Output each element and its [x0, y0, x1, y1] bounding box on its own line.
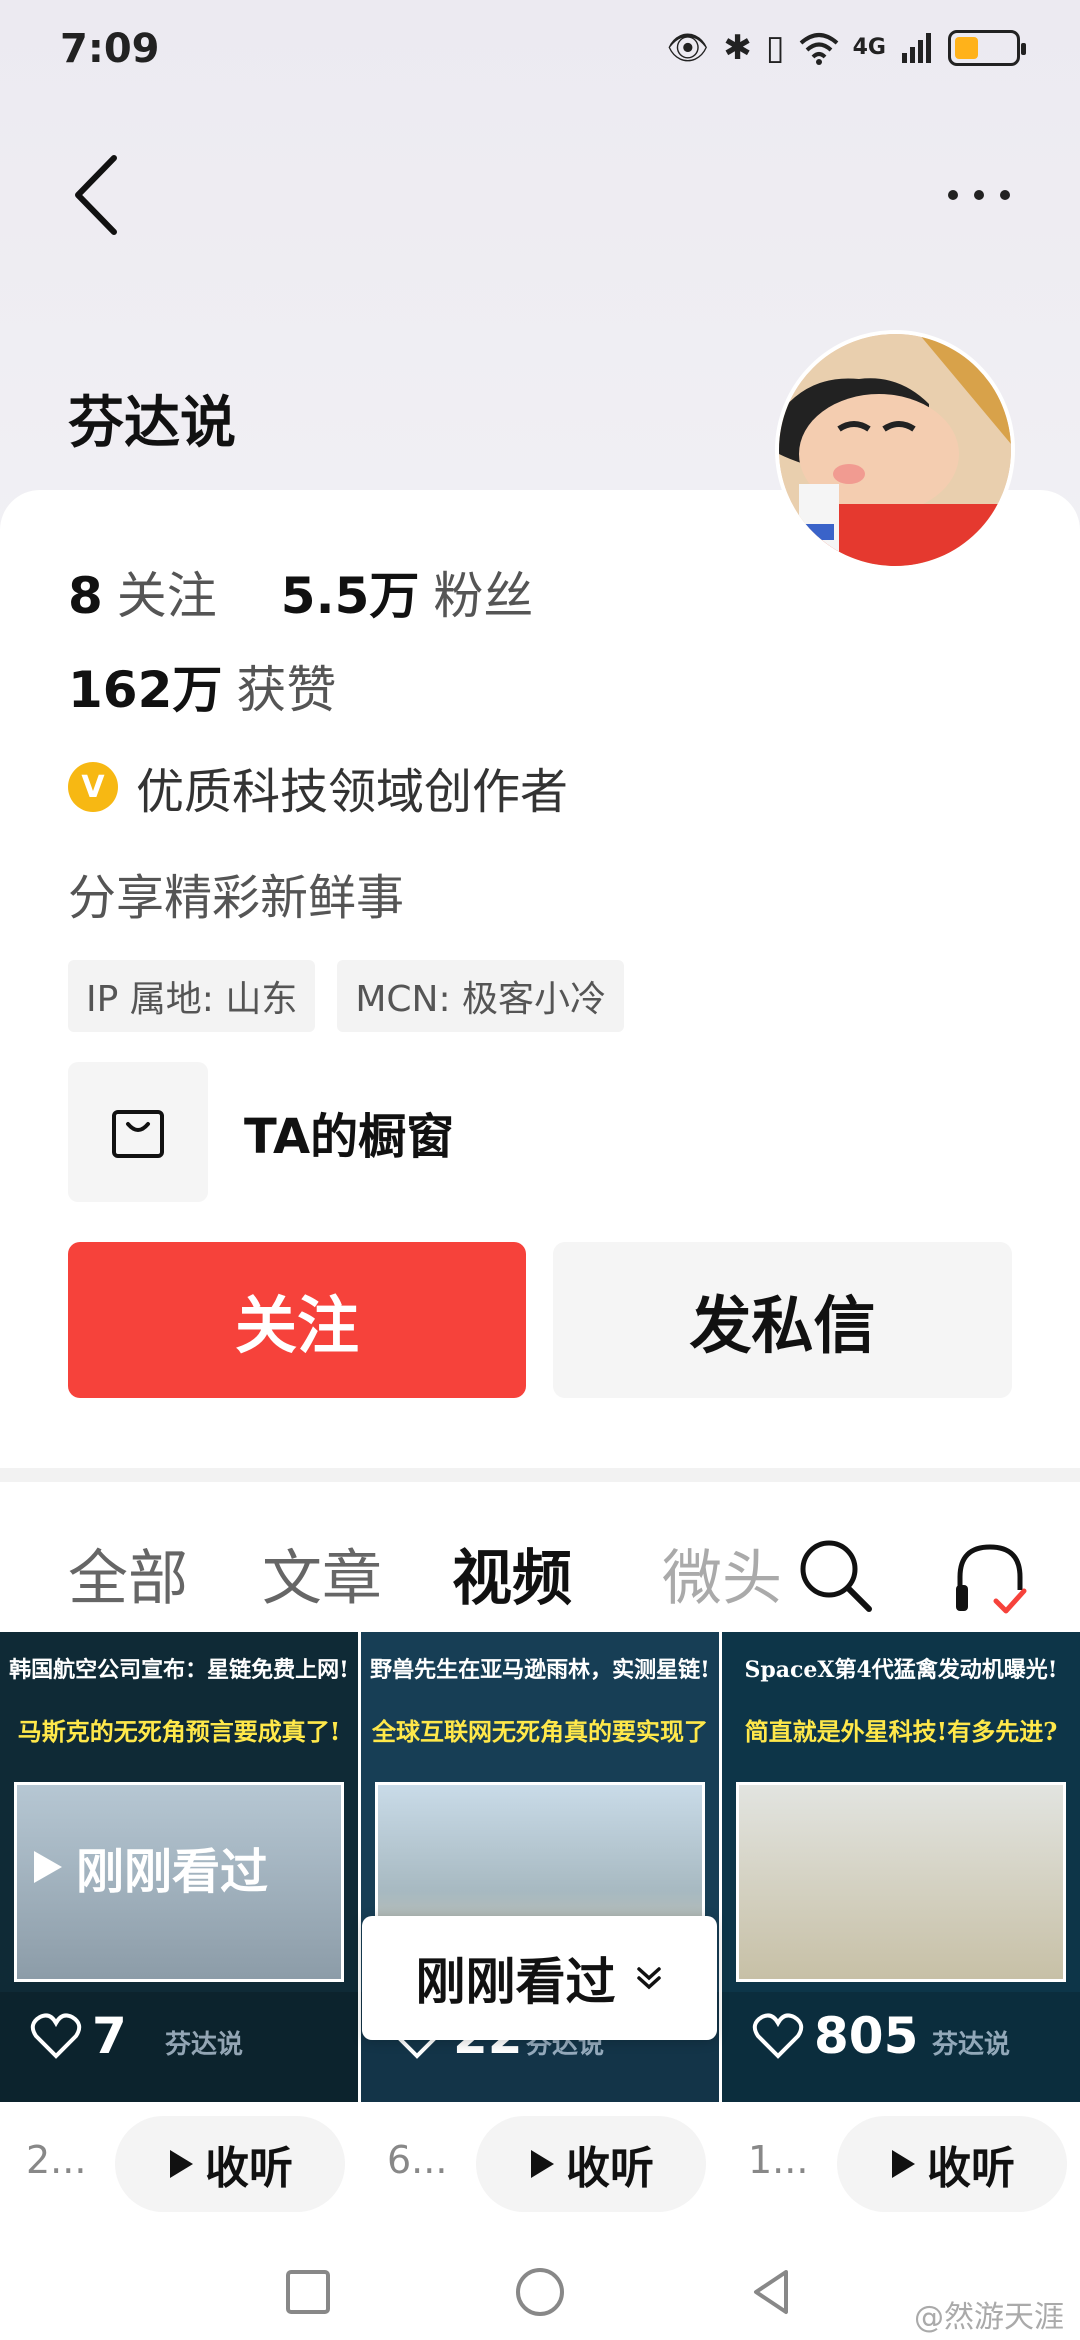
play-icon [531, 2150, 554, 2178]
following-stat[interactable]: 8 关注 [68, 556, 217, 628]
video-card[interactable]: SpaceX第4代猛禽发动机曝光! 简直就是外星科技!有多先进? 805 芬达说… [722, 1632, 1080, 2222]
listen-label: 收听 [566, 2144, 654, 2193]
heart-icon [30, 2013, 82, 2059]
video-headline: 野兽先生在亚马逊雨林，实测星链! [370, 1657, 710, 1683]
wifi-icon [799, 33, 838, 65]
send-message-button[interactable]: 发私信 [553, 1242, 1012, 1398]
video-bottom-bar: 2... 收听 [0, 2102, 358, 2222]
shopping-bag-icon [112, 1110, 164, 1158]
shop-icon-box [68, 1062, 208, 1202]
video-author: 芬达说 [932, 2030, 1011, 2060]
video-description: 6... [387, 2138, 448, 2182]
video-subtitle: 全球互联网无死角真的要实现了 [372, 1717, 708, 1746]
more-dot-icon [974, 190, 984, 200]
more-options-button[interactable] [934, 175, 1024, 215]
tab-micro-posts[interactable]: 微头 [662, 1530, 782, 1617]
followers-stat[interactable]: 5.5万 粉丝 [281, 556, 534, 628]
listen-label: 收听 [205, 2144, 293, 2193]
headphones-icon [956, 1544, 1027, 1614]
signal-icon [902, 33, 931, 63]
video-like-count: 805 [814, 2007, 919, 2065]
video-subtitle: 简直就是外星科技!有多先进? [744, 1717, 1058, 1746]
content-tabs: 全部 文章 视频 微头 [0, 1530, 1080, 1630]
video-headline: 韩国航空公司宣布：星链免费上网! [9, 1657, 349, 1683]
more-dot-icon [948, 190, 958, 200]
shop-window-entry[interactable]: TA的橱窗 [68, 1062, 454, 1202]
profile-name: 芬达说 [68, 391, 236, 456]
eye-icon: 👁 [666, 28, 710, 68]
back-button[interactable] [64, 150, 134, 240]
bluetooth-icon: ✱ [723, 28, 752, 68]
chevron-double-down-icon [636, 1967, 661, 1990]
video-thumbnail: SpaceX第4代猛禽发动机曝光! 简直就是外星科技!有多先进? 805 芬达说 [722, 1632, 1080, 2102]
heart-icon [752, 2013, 804, 2059]
video-description: 1... [748, 2138, 809, 2182]
status-bar: 7:09 👁 ✱ ▯ 4G [0, 0, 1080, 100]
verified-badge-icon: V [68, 762, 118, 812]
video-like-count: 7 [92, 2007, 127, 2065]
video-bottom-bar: 6... 收听 [361, 2102, 719, 2222]
avatar[interactable] [775, 330, 1015, 570]
watermark: @然游天涯 [914, 2300, 1064, 2335]
listen-button[interactable]: 收听 [115, 2116, 345, 2212]
listen-mode-button[interactable] [950, 1535, 1030, 1620]
video-description: 2... [26, 2138, 87, 2182]
follow-stats: 8 关注 5.5万 粉丝 [68, 556, 533, 628]
video-bottom-bar: 1... 收听 [722, 2102, 1080, 2222]
video-card[interactable]: 韩国航空公司宣布：星链免费上网! 马斯克的无死角预言要成真了! 刚刚看过 7 芬… [0, 1632, 358, 2222]
likes-stat: 162万 获赞 [68, 650, 336, 722]
verification-row: V 优质科技领域创作者 [68, 752, 568, 822]
video-author: 芬达说 [165, 2030, 244, 2060]
profile-bio: 分享精彩新鲜事 [68, 870, 405, 926]
video-likes: 805 [752, 2007, 918, 2065]
back-nav-button[interactable] [742, 2262, 802, 2322]
video-likes: 7 [30, 2007, 127, 2065]
video-subtitle: 马斯克的无死角预言要成真了! [17, 1717, 341, 1746]
mcn-tag[interactable]: MCN: 极客小冷 [337, 960, 625, 1032]
listen-button[interactable]: 收听 [476, 2116, 706, 2212]
circle-icon [516, 2268, 564, 2316]
following-label: 关注 [116, 567, 217, 625]
recently-watched-popup[interactable]: 刚刚看过 [362, 1916, 717, 2040]
play-icon [892, 2150, 915, 2178]
search-icon [800, 1540, 872, 1612]
recently-watched-overlay: 刚刚看过 [30, 1832, 268, 1902]
more-dot-icon [1000, 190, 1010, 200]
play-icon [170, 2150, 193, 2178]
tab-videos[interactable]: 视频 [452, 1530, 572, 1617]
search-button[interactable] [795, 1535, 875, 1615]
status-icons: 👁 ✱ ▯ 4G [666, 28, 1026, 68]
play-icon [34, 1851, 62, 1883]
recent-apps-button[interactable] [278, 2262, 338, 2322]
triangle-back-icon [754, 2270, 788, 2314]
listen-button[interactable]: 收听 [837, 2116, 1067, 2212]
status-time: 7:09 [60, 26, 160, 72]
vibrate-icon: ▯ [765, 28, 785, 68]
verification-text: 优质科技领域创作者 [136, 764, 569, 820]
likes-label: 获赞 [236, 661, 337, 719]
battery-icon [948, 30, 1026, 66]
tab-all[interactable]: 全部 [68, 1530, 188, 1617]
video-headline: SpaceX第4代猛禽发动机曝光! [744, 1657, 1058, 1683]
following-count: 8 [68, 567, 103, 625]
home-button[interactable] [510, 2262, 570, 2322]
follow-button[interactable]: 关注 [68, 1242, 526, 1398]
followers-count: 5.5万 [280, 567, 420, 625]
tab-articles[interactable]: 文章 [262, 1530, 382, 1617]
video-thumbnail: 韩国航空公司宣布：星链免费上网! 马斯克的无死角预言要成真了! 刚刚看过 7 芬… [0, 1632, 358, 2102]
chevron-left-icon [75, 155, 117, 235]
listen-label: 收听 [927, 2144, 1015, 2193]
shop-window-label: TA的橱窗 [244, 1109, 455, 1165]
ip-location-tag: IP 属地: 山东 [68, 960, 316, 1032]
video-photo [736, 1782, 1066, 1982]
section-divider [0, 1468, 1080, 1482]
recently-watched-popup-label: 刚刚看过 [415, 1953, 616, 2011]
recently-watched-text: 刚刚看过 [76, 1844, 269, 1900]
square-icon [286, 2270, 330, 2314]
profile-tags: IP 属地: 山东 MCN: 极客小冷 [68, 960, 625, 1032]
followers-label: 粉丝 [433, 567, 534, 625]
likes-count: 162万 [68, 661, 223, 719]
network-type: 4G [852, 35, 886, 60]
avatar-cartoon-icon [779, 334, 1011, 566]
